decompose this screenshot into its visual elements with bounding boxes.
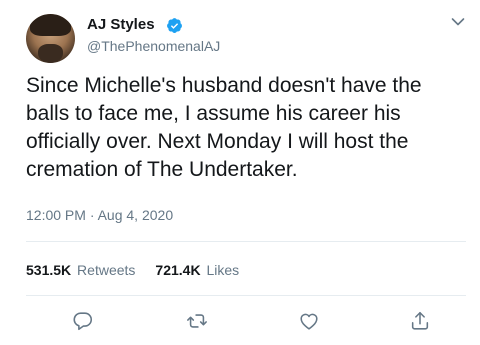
avatar-hair	[30, 14, 71, 36]
heart-icon	[300, 313, 318, 330]
reply-icon	[73, 312, 93, 331]
divider	[26, 295, 466, 296]
retweets-count: 531.5K	[26, 262, 72, 278]
likes-count: 721.4K	[155, 262, 201, 278]
tweet-text: Since Michelle's husband doesn't have th…	[26, 74, 422, 181]
like-button[interactable]	[298, 310, 320, 332]
handle[interactable]: @ThePhenomenalAJ	[87, 38, 220, 54]
share-icon	[411, 311, 429, 330]
timestamp[interactable]: 12:00 PM · Aug 4, 2020	[26, 206, 173, 224]
retweet-button[interactable]	[186, 310, 208, 332]
divider	[26, 241, 466, 242]
display-name[interactable]: AJ Styles	[87, 16, 155, 34]
retweets-stat[interactable]: 531.5K Retweets	[26, 261, 135, 279]
verified-badge-icon	[167, 18, 182, 33]
likes-stat[interactable]: 721.4K Likes	[155, 261, 239, 279]
avatar[interactable]	[26, 14, 75, 63]
engagement-stats: 531.5K Retweets 721.4K Likes	[26, 261, 259, 279]
tweet-card: AJ Styles @ThePhenomenalAJ Since Michell…	[0, 0, 480, 345]
avatar-beard	[38, 44, 63, 63]
chevron-down-icon[interactable]	[451, 17, 465, 27]
likes-label: Likes	[206, 262, 240, 278]
share-button[interactable]	[409, 310, 431, 332]
retweet-icon	[187, 314, 207, 328]
reply-button[interactable]	[72, 310, 94, 332]
retweets-label: Retweets	[77, 262, 136, 278]
